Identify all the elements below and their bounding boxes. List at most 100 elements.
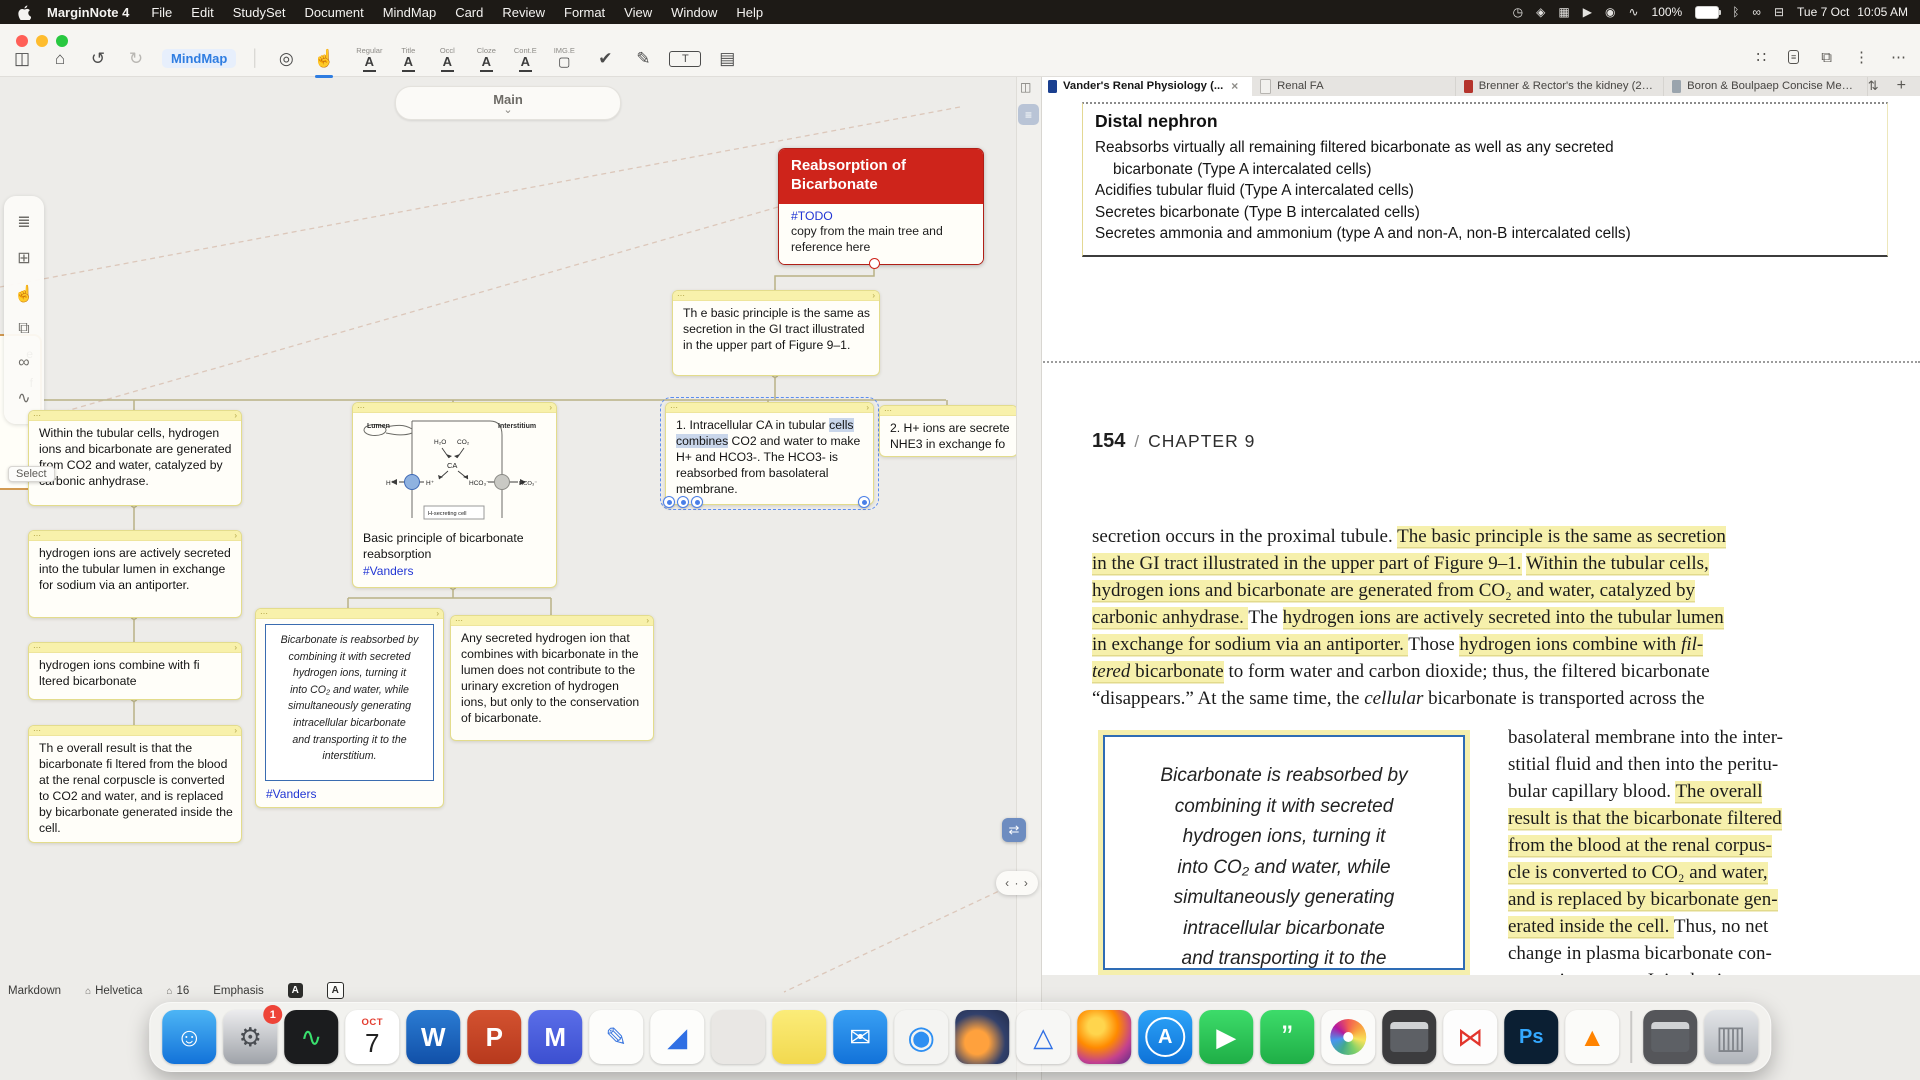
red-topic-node[interactable]: Reabsorption of Bicarbonate #TODO copy f… bbox=[778, 148, 984, 265]
excerpt-node-combine-filtered[interactable]: ⋯› hydrogen ions combine with fi ltered … bbox=[28, 642, 242, 700]
menu-edit[interactable]: Edit bbox=[191, 5, 213, 20]
excerpt-node-any-secreted[interactable]: ⋯› Any secreted hydrogen ion that combin… bbox=[450, 615, 654, 741]
mail[interactable]: ✉ bbox=[833, 1010, 887, 1064]
handoff-icon[interactable]: ∞ bbox=[1752, 5, 1761, 19]
excerpt-node-nhe3-clipped[interactable]: ⋯ 2. H+ ions are secrete NHE3 in exchang… bbox=[879, 405, 1016, 457]
vanders-tag[interactable]: #Vanders bbox=[266, 787, 316, 801]
menu-mindmap[interactable]: MindMap bbox=[383, 5, 436, 20]
app-menu-name[interactable]: MarginNote 4 bbox=[47, 5, 129, 20]
menu-file[interactable]: File bbox=[151, 5, 172, 20]
acrobat[interactable]: ⋈ bbox=[1443, 1010, 1497, 1064]
selection-handle[interactable] bbox=[663, 496, 675, 508]
search-document-icon[interactable]: ≡ bbox=[1788, 50, 1799, 65]
menu-card[interactable]: Card bbox=[455, 5, 483, 20]
document-tab-1[interactable]: Renal FA bbox=[1252, 76, 1456, 96]
system-settings[interactable]: ⚙1 bbox=[223, 1010, 277, 1064]
app-store[interactable]: A bbox=[1138, 1010, 1192, 1064]
document-tab-0[interactable]: Vander's Renal Physiology (...× bbox=[1040, 76, 1252, 96]
menu-window[interactable]: Window bbox=[671, 5, 717, 20]
menu-format[interactable]: Format bbox=[564, 5, 605, 20]
card-expand-icon[interactable]: › bbox=[234, 644, 237, 652]
window-layout-icon[interactable]: ▦ bbox=[1558, 5, 1569, 19]
card-menu-icon[interactable]: ⋯ bbox=[357, 404, 365, 412]
filled-a-style-icon[interactable]: A bbox=[288, 983, 303, 998]
hand-tool-icon[interactable]: ☝ bbox=[14, 284, 34, 304]
dark-globe-browser[interactable] bbox=[955, 1010, 1009, 1064]
format-16[interactable]: ⌂16 bbox=[166, 985, 189, 997]
style-button-conte[interactable]: Cont.EA bbox=[510, 46, 540, 72]
outline-a-style-icon[interactable]: A bbox=[327, 982, 344, 999]
card-menu-icon[interactable]: ⋯ bbox=[884, 407, 892, 415]
sort-tabs-icon[interactable]: ⇅ bbox=[1868, 78, 1879, 94]
mindmap-layout-icon[interactable]: ⊞ bbox=[17, 248, 30, 268]
ms-powerpoint[interactable]: P bbox=[467, 1010, 521, 1064]
menu-document[interactable]: Document bbox=[304, 5, 363, 20]
screen-record-icon[interactable]: ◉ bbox=[1605, 5, 1615, 19]
more-vertical-icon[interactable]: ⋮ bbox=[1854, 48, 1869, 66]
add-tab-icon[interactable]: + bbox=[1897, 77, 1906, 95]
selection-handle[interactable] bbox=[858, 496, 870, 508]
selection-handle[interactable] bbox=[691, 496, 703, 508]
figure-node-basic-principle[interactable]: ⋯› Lumen Interstitium H₂O CO₂ bbox=[352, 402, 557, 588]
outline-list-icon[interactable]: ≣ bbox=[17, 212, 30, 232]
card-expand-icon[interactable]: › bbox=[234, 727, 237, 735]
pencil-tool-icon[interactable]: ✎ bbox=[631, 49, 655, 69]
card-menu-icon[interactable]: ⋯ bbox=[33, 412, 41, 420]
scribble-icon[interactable]: ∿ bbox=[17, 388, 30, 408]
menu-clock[interactable]: Tue 7 Oct 10:05 AM bbox=[1797, 5, 1908, 19]
bluetooth-icon[interactable]: ᛒ bbox=[1732, 5, 1739, 19]
finder[interactable]: ☺ bbox=[162, 1010, 216, 1064]
trash[interactable]: ▥ bbox=[1704, 1010, 1758, 1064]
hearing-icon[interactable]: ∿ bbox=[1628, 5, 1638, 19]
firefox[interactable] bbox=[1077, 1010, 1131, 1064]
card-menu-icon[interactable]: ⋯ bbox=[670, 404, 678, 412]
emphasis-tool-icon[interactable]: ✔ bbox=[593, 49, 617, 69]
facetime[interactable]: ▶ bbox=[1199, 1010, 1253, 1064]
mindmap-canvas[interactable]: ef ≣⊞☝⧉∞∿ Main ⌄ Reabsorption of Bicarbo… bbox=[0, 76, 1016, 1080]
card-expand-icon[interactable]: › bbox=[436, 610, 439, 618]
expand-icon[interactable]: ∷ bbox=[1756, 48, 1766, 66]
textbox-tool-icon[interactable]: T bbox=[669, 51, 701, 67]
menu-view[interactable]: View bbox=[624, 5, 652, 20]
pdf-page[interactable]: Distal nephron Reabsorbs virtually all r… bbox=[1040, 96, 1920, 975]
link-icon[interactable]: ∞ bbox=[18, 354, 29, 372]
study-library-icon[interactable]: ⌂ bbox=[48, 49, 72, 69]
card-menu-icon[interactable]: ⋯ bbox=[260, 610, 268, 618]
swap-panes-button[interactable]: ⇄ bbox=[1002, 818, 1026, 842]
excerpt-node-intracellular-ca-selected[interactable]: ⋯› 1. Intracellular CA in tubular cells … bbox=[665, 402, 874, 505]
menu-review[interactable]: Review bbox=[502, 5, 545, 20]
apple-menu-icon[interactable] bbox=[18, 5, 31, 20]
vlc[interactable]: ▲ bbox=[1565, 1010, 1619, 1064]
select-tooltip[interactable]: Select bbox=[8, 466, 55, 482]
format-helvetica[interactable]: ⌂Helvetica bbox=[85, 985, 142, 997]
notes-editor[interactable]: ✎ bbox=[589, 1010, 643, 1064]
todo-tag[interactable]: #TODO bbox=[791, 209, 971, 225]
card-menu-icon[interactable]: ⋯ bbox=[455, 617, 463, 625]
format-markdown[interactable]: Markdown bbox=[8, 985, 61, 997]
wrapped-text-column[interactable]: basolateral membrane into the inter-stit… bbox=[1508, 727, 1858, 975]
stacks-icon[interactable]: ◈ bbox=[1536, 5, 1545, 19]
compass-tool-app[interactable]: △ bbox=[1016, 1010, 1070, 1064]
screenshot-viewer[interactable] bbox=[1382, 1010, 1436, 1064]
sidebar-toggle-icon[interactable]: ◫ bbox=[10, 49, 34, 69]
card-expand-icon[interactable]: › bbox=[234, 412, 237, 420]
excerpt-node-overall-result[interactable]: ⋯› Th e overall result is that the bicar… bbox=[28, 725, 242, 843]
duplicate-icon[interactable]: ⧉ bbox=[18, 320, 29, 338]
format-emphasis[interactable]: Emphasis bbox=[213, 985, 264, 997]
open-book-icon[interactable]: ⧉ bbox=[1821, 49, 1832, 66]
image-tool-icon[interactable]: ▤ bbox=[715, 49, 739, 69]
card-menu-icon[interactable]: ⋯ bbox=[33, 644, 41, 652]
style-button-regular[interactable]: RegularA bbox=[354, 46, 384, 72]
card-expand-icon[interactable]: › bbox=[234, 532, 237, 540]
card-expand-icon[interactable]: › bbox=[549, 404, 552, 412]
card-menu-icon[interactable]: ⋯ bbox=[33, 727, 41, 735]
vanders-tag[interactable]: #Vanders bbox=[363, 564, 413, 580]
excerpt-node-actively-secreted[interactable]: ⋯› hydrogen ions are actively secreted i… bbox=[28, 530, 242, 618]
more-horizontal-icon[interactable]: ⋯ bbox=[1891, 48, 1906, 66]
card-expand-icon[interactable]: › bbox=[646, 617, 649, 625]
excerpt-node-within-cells[interactable]: ⋯› Within the tubular cells, hydrogen io… bbox=[28, 410, 242, 506]
safari[interactable]: ◉ bbox=[894, 1010, 948, 1064]
minimized-window[interactable] bbox=[1643, 1010, 1697, 1064]
marginnote[interactable]: M bbox=[528, 1010, 582, 1064]
selection-handle[interactable] bbox=[677, 496, 689, 508]
